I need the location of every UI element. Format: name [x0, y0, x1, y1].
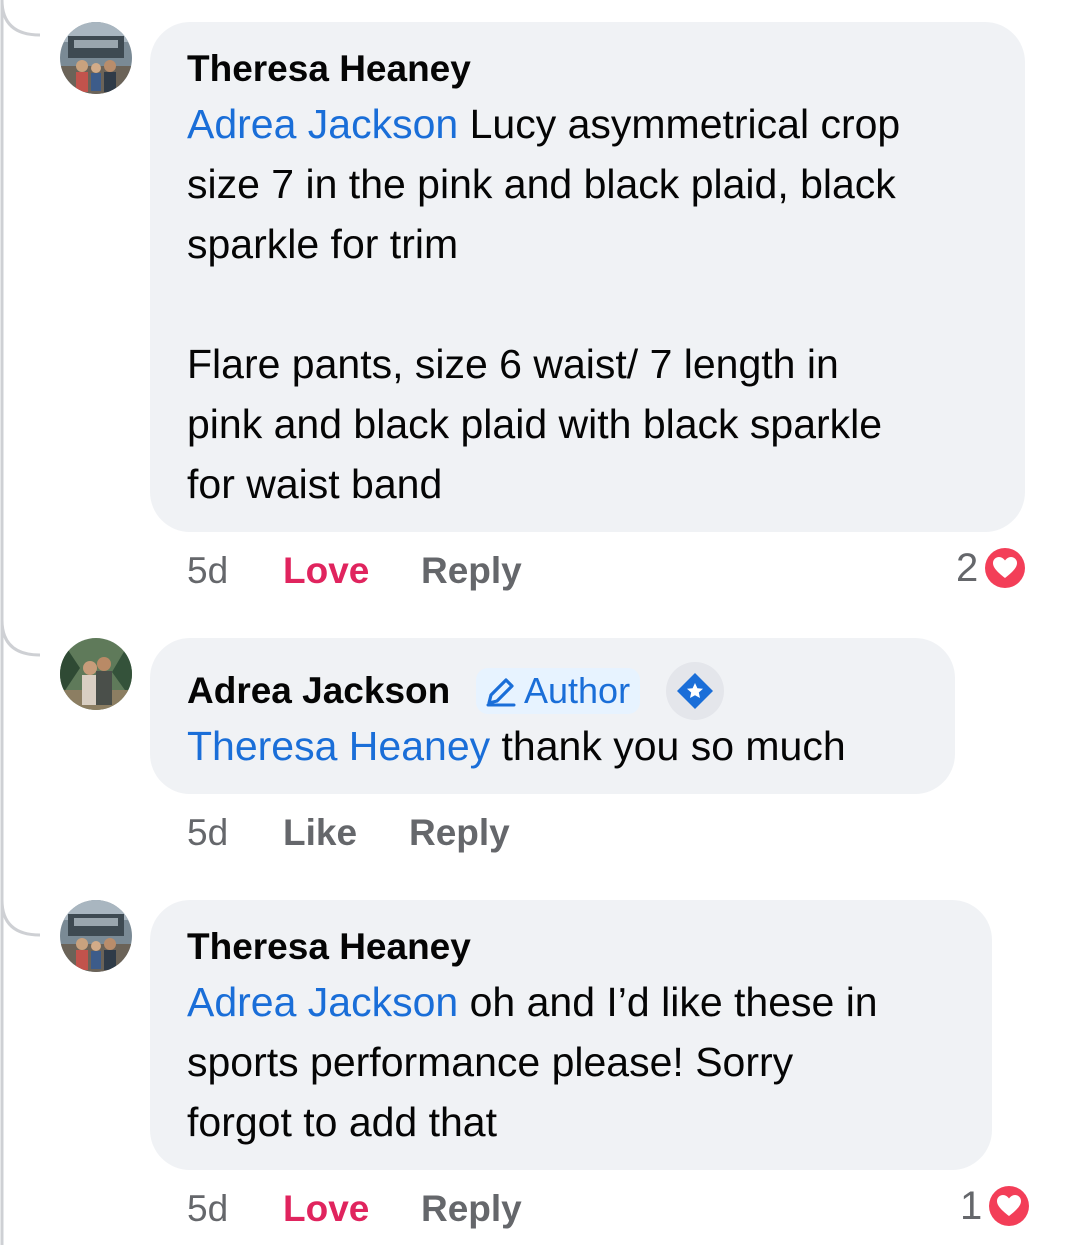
- author-badge-label: Author: [524, 670, 631, 711]
- avatar[interactable]: [60, 900, 132, 972]
- comment-text: Adrea Jackson Lucy asymmetrical crop siz…: [187, 101, 901, 507]
- avatar[interactable]: [60, 638, 132, 710]
- comment-text: Theresa Heaney thank you so much: [187, 723, 846, 769]
- reaction-summary[interactable]: 1: [960, 1181, 1032, 1231]
- verified-icon: [677, 673, 713, 709]
- mention-link[interactable]: Adrea Jackson: [187, 101, 458, 147]
- reaction-summary[interactable]: 2: [956, 543, 1028, 593]
- comment-author[interactable]: Theresa Heaney: [187, 926, 471, 968]
- reply-button[interactable]: Reply: [409, 812, 510, 854]
- mention-link[interactable]: Theresa Heaney: [187, 723, 490, 769]
- timestamp[interactable]: 5d: [187, 550, 228, 592]
- love-button[interactable]: Love: [283, 550, 369, 592]
- love-button[interactable]: Love: [283, 1188, 369, 1230]
- like-button[interactable]: Like: [283, 812, 357, 854]
- comment-bubble: Adrea Jackson Author Theresa Heaney than…: [150, 638, 955, 794]
- avatar[interactable]: [60, 22, 132, 94]
- reaction-count: 1: [960, 1183, 983, 1228]
- reaction-count: 2: [956, 545, 979, 590]
- verified-badge[interactable]: [666, 662, 724, 720]
- comment-text: Adrea Jackson oh and I’d like these in s…: [187, 979, 878, 1145]
- comment-author[interactable]: Theresa Heaney: [187, 48, 471, 90]
- author-badge: Author: [476, 668, 641, 714]
- comment-author[interactable]: Adrea Jackson: [187, 670, 450, 712]
- comment-bubble: Theresa Heaney Adrea Jackson Lucy asymme…: [150, 22, 1025, 532]
- mention-link[interactable]: Adrea Jackson: [187, 979, 458, 1025]
- comment-bubble: Theresa Heaney Adrea Jackson oh and I’d …: [150, 900, 992, 1170]
- timestamp[interactable]: 5d: [187, 812, 228, 854]
- comment: Theresa Heaney Adrea Jackson Lucy asymme…: [0, 0, 1067, 610]
- pencil-icon: [486, 678, 516, 707]
- timestamp[interactable]: 5d: [187, 1188, 228, 1230]
- heart-icon: [983, 546, 1028, 590]
- reply-button[interactable]: Reply: [421, 1188, 522, 1230]
- reply-button[interactable]: Reply: [421, 550, 522, 592]
- heart-icon: [987, 1184, 1032, 1228]
